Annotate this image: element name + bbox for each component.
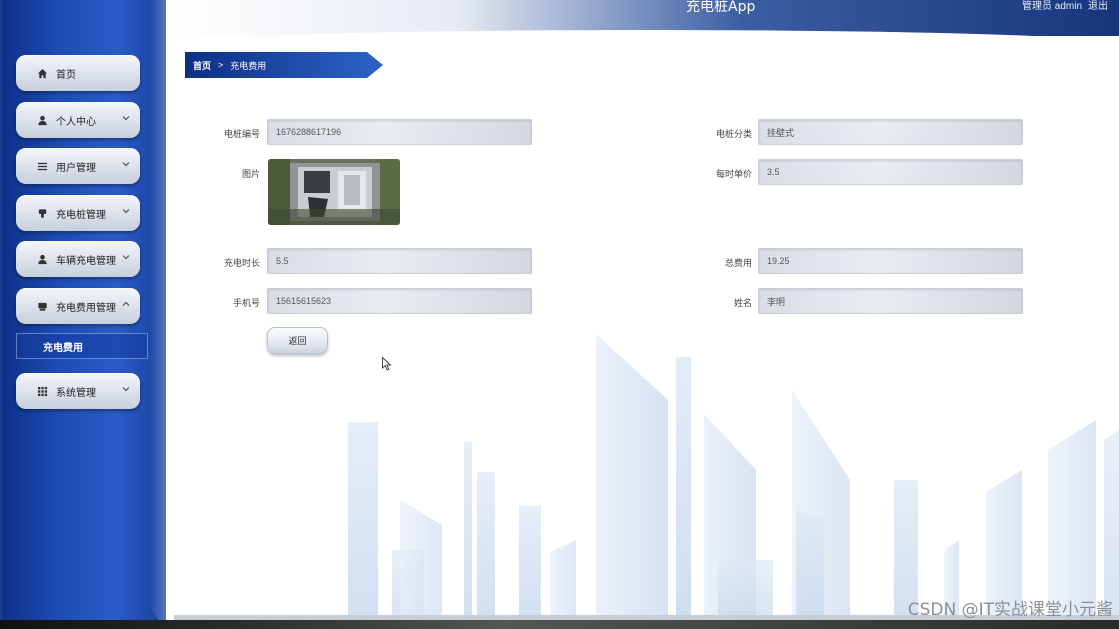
- hourly-price-label: 每时单价: [715, 169, 752, 179]
- sidebar-item-user-management[interactable]: 用户管理: [16, 148, 140, 184]
- pile-no-label: 电桩编号: [223, 129, 260, 139]
- name-label: 姓名: [733, 298, 752, 308]
- chevron-down-icon: [122, 160, 130, 168]
- charger-icon: [36, 207, 48, 219]
- total-fee-label: 总费用: [724, 258, 752, 268]
- phone-label: 手机号: [232, 298, 260, 308]
- pile-no-field[interactable]: 1676288617196: [267, 119, 532, 145]
- sidebar-item-label: 充电费用管理: [56, 302, 116, 314]
- sidebar-subitem-label: 充电费用: [43, 342, 83, 354]
- chevron-up-icon: [122, 300, 130, 308]
- chevron-down-icon: [122, 114, 130, 122]
- home-icon: [36, 67, 48, 79]
- picture-label: 图片: [241, 169, 260, 179]
- breadcrumb-separator: >: [218, 60, 224, 70]
- breadcrumb-current: 充电费用: [230, 60, 267, 71]
- logout-link[interactable]: 退出: [1088, 1, 1108, 12]
- sidebar-item-label: 车辆充电管理: [56, 255, 116, 267]
- sidebar: 首页 个人中心 用户管理 充电桩管理 车辆充电管理 充电费用管理 充电费用 系统…: [0, 0, 166, 629]
- charger-photo: [268, 159, 400, 225]
- user-area: 管理员 admin 退出: [1022, 0, 1114, 12]
- sidebar-item-label: 用户管理: [56, 162, 96, 174]
- sidebar-item-label: 系统管理: [56, 387, 96, 399]
- video-progress-bar: [0, 620, 1119, 629]
- chevron-down-icon: [122, 207, 130, 215]
- sidebar-item-label: 充电桩管理: [56, 209, 106, 221]
- background-city-illustration: [348, 334, 1119, 620]
- sidebar-subitem-charging-fee[interactable]: 充电费用: [16, 333, 148, 359]
- name-field[interactable]: 李明: [758, 288, 1023, 314]
- fee-icon: [36, 300, 48, 312]
- sidebar-item-personal-center[interactable]: 个人中心: [16, 102, 140, 138]
- chevron-down-icon: [122, 253, 130, 261]
- list-icon: [36, 160, 48, 172]
- chevron-down-icon: [122, 385, 130, 393]
- watermark-text: CSDN @IT实战课堂小元酱: [907, 600, 1113, 620]
- sidebar-item-label: 个人中心: [56, 116, 96, 128]
- current-user-label: 管理员 admin: [1022, 1, 1083, 12]
- sidebar-item-home[interactable]: 首页: [16, 55, 140, 91]
- phone-field[interactable]: 15615615623: [267, 288, 532, 314]
- pile-type-label: 电桩分类: [715, 129, 752, 139]
- duration-field[interactable]: 5.5: [267, 248, 532, 274]
- person-icon: [36, 253, 48, 265]
- grid-icon: [36, 385, 48, 397]
- sidebar-item-system-management[interactable]: 系统管理: [16, 373, 140, 409]
- hourly-price-field[interactable]: 3.5: [758, 159, 1023, 185]
- sidebar-item-vehicle-charging[interactable]: 车辆充电管理: [16, 241, 140, 277]
- app-title: 充电桩App: [686, 0, 756, 15]
- duration-label: 充电时长: [223, 258, 260, 268]
- breadcrumb-home-link[interactable]: 首页: [193, 59, 211, 72]
- top-header: [174, 0, 1119, 44]
- mouse-cursor-icon: [382, 357, 392, 371]
- back-button[interactable]: 返回: [267, 327, 328, 354]
- sidebar-item-fee-management[interactable]: 充电费用管理: [16, 288, 140, 324]
- pile-type-field[interactable]: 挂壁式: [758, 119, 1023, 145]
- breadcrumb: 首页 > 充电费用: [185, 52, 383, 78]
- total-fee-field[interactable]: 19.25: [758, 248, 1023, 274]
- user-icon: [36, 114, 48, 126]
- sidebar-item-charger-management[interactable]: 充电桩管理: [16, 195, 140, 231]
- sidebar-item-label: 首页: [56, 69, 76, 81]
